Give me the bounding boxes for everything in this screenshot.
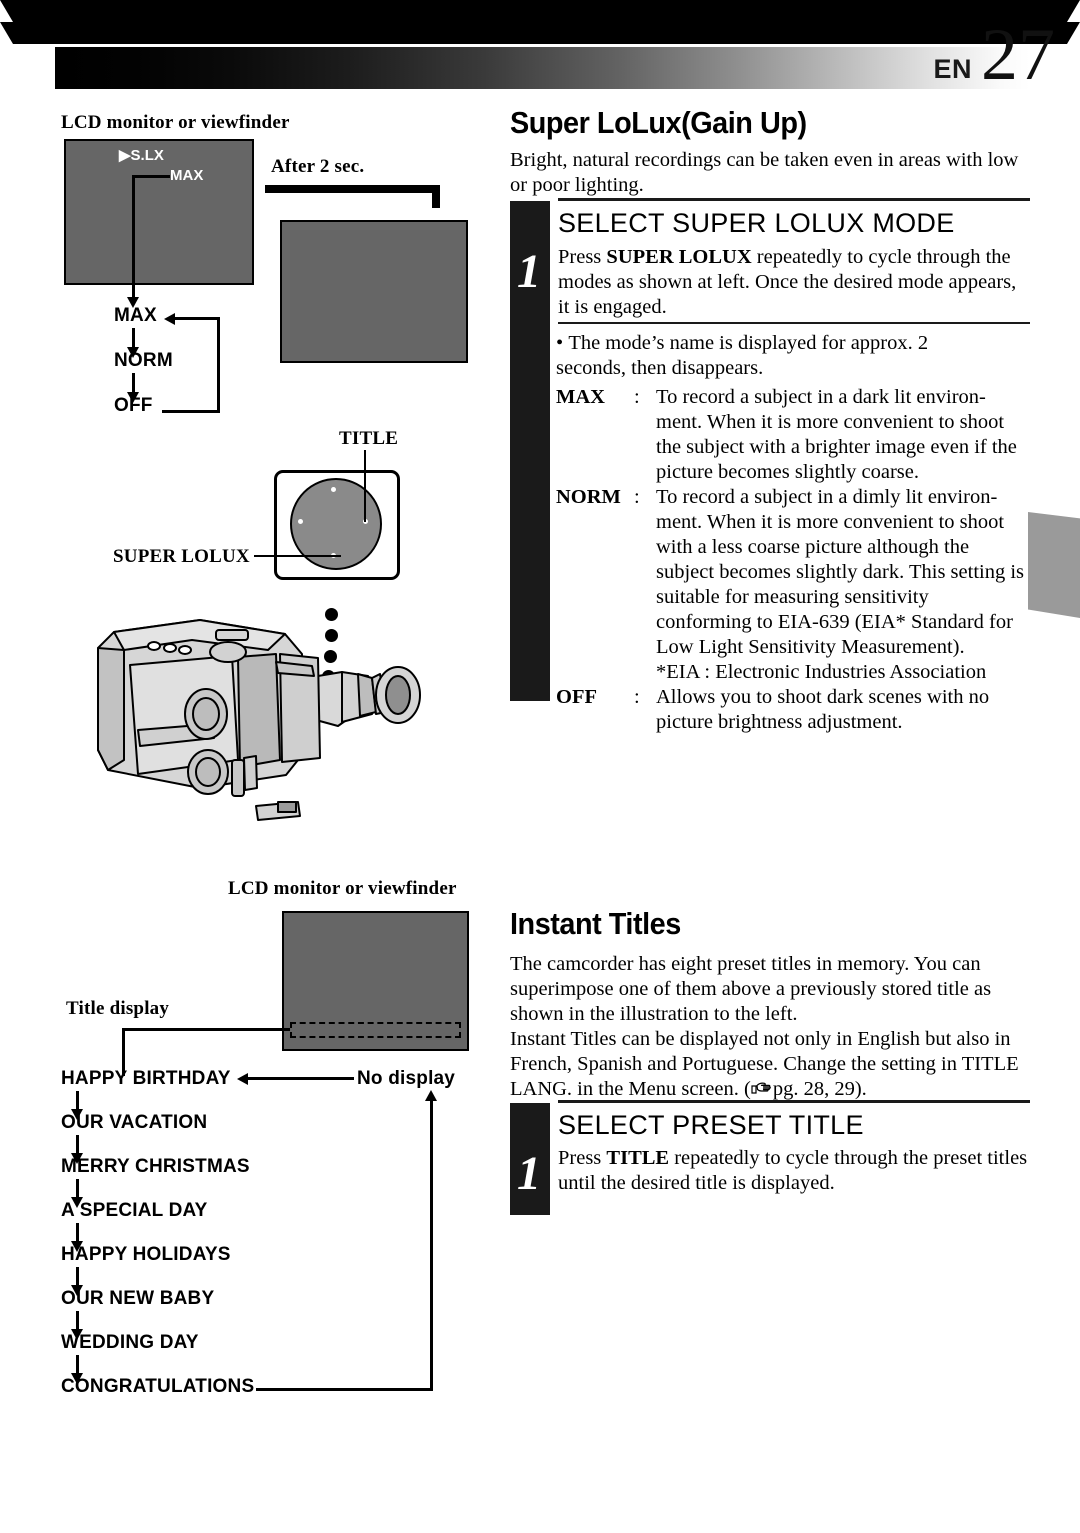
title-item: HAPPY HOLIDAYS bbox=[61, 1244, 231, 1265]
after-2-sec-label: After 2 sec. bbox=[271, 156, 365, 177]
section-intro-superlolux: Bright, natural recordings can be taken … bbox=[510, 149, 1019, 196]
callout-superlolux-label: SUPER LOLUX bbox=[113, 546, 250, 567]
superlolux-definitions: MAX : To record a subject in a dark lit … bbox=[556, 385, 1026, 735]
title-loop-right bbox=[430, 1098, 433, 1390]
cycle-loop-bottom bbox=[162, 410, 220, 413]
definition-value: *EIA : Electronic Industries Association bbox=[656, 661, 987, 683]
title-loop-bottom bbox=[256, 1388, 433, 1391]
step-body-superlolux: Press SUPER LOLUX repeatedly to cycle th… bbox=[558, 245, 1028, 320]
after-arrow-horizontal bbox=[265, 185, 440, 193]
section-heading-superlolux: Super LoLux(Gain Up) bbox=[510, 105, 807, 140]
step-rule-instant-titles bbox=[558, 1100, 1030, 1103]
step-body-bold: SUPER LOLUX bbox=[606, 246, 752, 268]
lcd-title-area-dashed bbox=[290, 1022, 461, 1038]
pointer-arrowhead bbox=[0, 22, 1080, 44]
definition-row: NORM : To record a subject in a dimly li… bbox=[556, 485, 1026, 660]
header-gradient-bar bbox=[55, 47, 1030, 89]
definition-row: OFF : Allows you to shoot dark scenes wi… bbox=[556, 685, 1026, 735]
page-number: 27 bbox=[981, 14, 1055, 96]
definition-row: MAX : To record a subject in a dark lit … bbox=[556, 385, 1026, 485]
step-body-pre: Press bbox=[558, 246, 607, 268]
title-item: OUR NEW BABY bbox=[61, 1288, 215, 1309]
instant-titles-para2: Instant Titles can be displayed not only… bbox=[510, 1027, 1028, 1104]
cycle-item-norm: NORM bbox=[114, 350, 173, 371]
no-display-label: No display bbox=[357, 1068, 456, 1089]
superlolux-bullet: • The mode’s name is displayed for appro… bbox=[556, 331, 996, 381]
cycle-item-max: MAX bbox=[114, 305, 157, 326]
definition-key: OFF bbox=[556, 686, 597, 708]
lcd-caption-top: LCD monitor or viewfinder bbox=[61, 112, 290, 133]
bullet-dot: • bbox=[556, 332, 569, 354]
cycle-loop-arrowhead bbox=[164, 313, 175, 325]
step-number-instant-titles: 1 bbox=[517, 1147, 541, 1200]
instant-titles-page-ref: pg. 28, 29). bbox=[772, 1078, 867, 1100]
header-language-code: EN bbox=[933, 54, 972, 84]
definition-value: To record a subject in a dimly lit envir… bbox=[656, 486, 1025, 658]
lcd-screen-blank bbox=[280, 220, 468, 363]
button-dot-left bbox=[298, 519, 303, 524]
callout-superlolux-leader bbox=[254, 555, 341, 557]
no-display-arrow-line bbox=[248, 1077, 354, 1080]
definition-colon: : bbox=[634, 386, 640, 408]
title-item: OUR VACATION bbox=[61, 1112, 208, 1133]
step-body-instant-titles: Press TITLE repeatedly to cycle through … bbox=[558, 1146, 1028, 1196]
cycle-item-off: OFF bbox=[114, 395, 153, 416]
leader-line-max-horizontal bbox=[132, 175, 170, 178]
callout-title-leader bbox=[364, 450, 366, 522]
section-heading-instant-titles: Instant Titles bbox=[510, 906, 681, 941]
after-arrow-head bbox=[0, 0, 1080, 22]
definition-row: *EIA : Electronic Industries Association bbox=[556, 660, 1026, 685]
step-rule-superlolux bbox=[558, 198, 1030, 201]
cycle-loop-top bbox=[175, 317, 220, 320]
button-dot-top bbox=[331, 487, 336, 492]
step-title-superlolux: SELECT SUPER LOLUX MODE bbox=[558, 208, 955, 238]
title-display-leader-horizontal bbox=[122, 1028, 290, 1031]
no-display-arrowhead bbox=[237, 1073, 248, 1085]
leader-line-max-vertical bbox=[132, 175, 135, 301]
after-arrow-vertical bbox=[432, 185, 440, 208]
definition-colon: : bbox=[634, 686, 640, 708]
title-item: CONGRATULATIONS bbox=[61, 1376, 255, 1397]
camcorder-illustration bbox=[80, 610, 480, 840]
manual-page: EN 27 LCD monitor or viewfinder ▶S.LX MA… bbox=[0, 0, 1080, 1533]
title-item: MERRY CHRISTMAS bbox=[61, 1156, 250, 1177]
definition-key: MAX bbox=[556, 386, 605, 408]
cycle-loop-right bbox=[217, 317, 220, 413]
lcd-mode-max: MAX bbox=[170, 167, 204, 184]
title-item: A SPECIAL DAY bbox=[61, 1200, 208, 1221]
step-rule-divider bbox=[558, 322, 1030, 324]
step-body-bold: TITLE bbox=[606, 1147, 670, 1169]
title-item: WEDDING DAY bbox=[61, 1332, 199, 1353]
definition-value: To record a subject in a dark lit enviro… bbox=[656, 386, 1017, 483]
definition-key: NORM bbox=[556, 486, 621, 508]
definition-colon bbox=[634, 660, 656, 685]
instant-titles-para1: The camcorder has eight preset titles in… bbox=[510, 953, 992, 1025]
step-number-superlolux: 1 bbox=[517, 245, 541, 298]
thumb-index-tab bbox=[1028, 512, 1080, 618]
lcd-indicator-slx: ▶S.LX bbox=[119, 147, 164, 164]
callout-title-label: TITLE bbox=[339, 428, 399, 449]
step-body-pre: Press bbox=[558, 1147, 607, 1169]
bullet-text: The mode’s name is displayed for approx.… bbox=[556, 332, 929, 379]
definition-colon: : bbox=[634, 486, 640, 508]
definition-key bbox=[556, 660, 634, 685]
step-title-instant-titles: SELECT PRESET TITLE bbox=[558, 1110, 864, 1140]
title-item: HAPPY BIRTHDAY bbox=[61, 1068, 231, 1089]
title-loop-arrowhead bbox=[425, 1090, 437, 1101]
definition-value: Allows you to shoot dark scenes with no … bbox=[656, 686, 990, 733]
title-display-label: Title display bbox=[66, 998, 170, 1019]
lcd-caption-bottom: LCD monitor or viewfinder bbox=[228, 878, 457, 899]
